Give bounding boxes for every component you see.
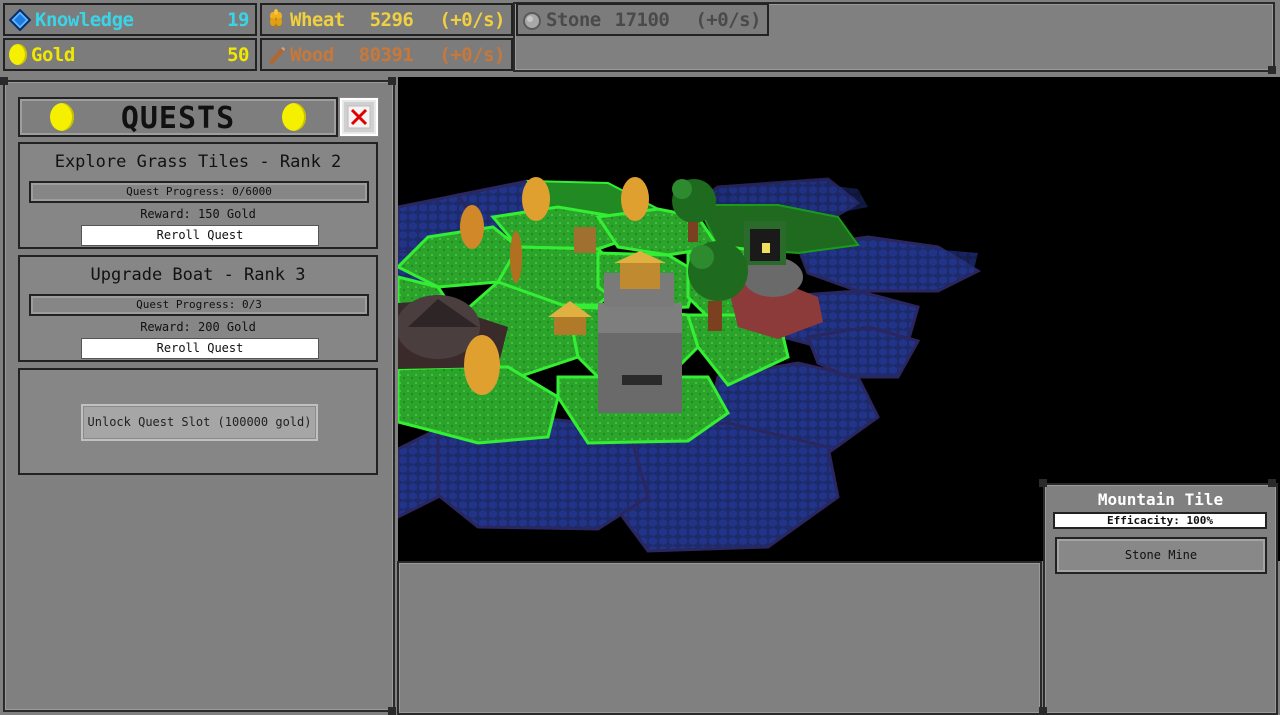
resource-rate: (+0/s) (439, 43, 505, 66)
resource-gold: Gold 50 (3, 38, 257, 71)
quest-progress-bar: Quest Progress: 0/3 (29, 294, 369, 316)
log-icon (269, 46, 285, 65)
unlock-quest-slot-button[interactable]: Unlock Quest Slot (100000 gold) (81, 404, 318, 441)
resource-label: Wheat (290, 8, 345, 31)
building-stone-mine[interactable]: Stone Mine (1055, 537, 1267, 574)
wheat-icon (270, 8, 282, 30)
efficacity-bar: Efficacity: 100% (1053, 512, 1267, 529)
bottom-panel (397, 561, 1042, 715)
reroll-quest-button[interactable]: Reroll Quest (81, 338, 319, 359)
reroll-quest-button[interactable]: Reroll Quest (81, 225, 319, 246)
tile-info-panel: Mountain Tile Efficacity: 100% Stone Min… (1043, 483, 1278, 715)
resource-label: Wood (290, 43, 334, 66)
resource-rate: (+0/s) (439, 8, 505, 31)
stone-tower (598, 251, 682, 413)
coin-icon (282, 103, 306, 131)
resource-label: Gold (31, 43, 75, 66)
quest-card: Explore Grass Tiles - Rank 2 Quest Progr… (18, 142, 378, 249)
frame-corner (1039, 479, 1047, 487)
resource-value: 17100 (614, 8, 670, 31)
resource-stone: Stone 17100 (+0/s) (516, 3, 769, 36)
resource-value: 19 (227, 8, 249, 31)
resource-rate: (+0/s) (695, 8, 761, 31)
frame-corner (388, 707, 396, 715)
resource-wheat: Wheat 5296 (+0/s) (260, 3, 513, 36)
frame-corner (0, 77, 8, 85)
resource-value: 50 (227, 43, 249, 66)
resource-value: 80391 (358, 43, 414, 66)
resource-value: 5296 (369, 8, 414, 31)
close-quests-button[interactable] (340, 98, 378, 136)
resource-wood: Wood 80391 (+0/s) (260, 38, 513, 71)
frame-corner (1268, 479, 1276, 487)
locked-quest-slot: Unlock Quest Slot (100000 gold) (18, 368, 378, 475)
quest-progress-bar: Quest Progress: 0/6000 (29, 181, 369, 203)
coin-icon (9, 44, 27, 65)
frame-corner (1039, 707, 1047, 715)
quest-title: Upgrade Boat - Rank 3 (90, 265, 306, 285)
resource-knowledge: Knowledge 19 (3, 3, 257, 36)
quests-header: QUESTS (18, 97, 338, 137)
quest-reward: Reward: 150 Gold (140, 207, 256, 221)
stone-icon (523, 11, 541, 30)
quest-title: Explore Grass Tiles - Rank 2 (54, 152, 342, 172)
close-icon (347, 105, 371, 129)
quest-reward: Reward: 200 Gold (140, 320, 256, 334)
resource-label: Knowledge (35, 8, 134, 31)
diamond-icon (9, 8, 31, 31)
frame-corner (1268, 66, 1276, 74)
quest-card: Upgrade Boat - Rank 3 Quest Progress: 0/… (18, 255, 378, 362)
tile-info-title: Mountain Tile (1097, 490, 1224, 509)
resource-label: Stone (546, 8, 601, 31)
frame-corner (388, 77, 396, 85)
